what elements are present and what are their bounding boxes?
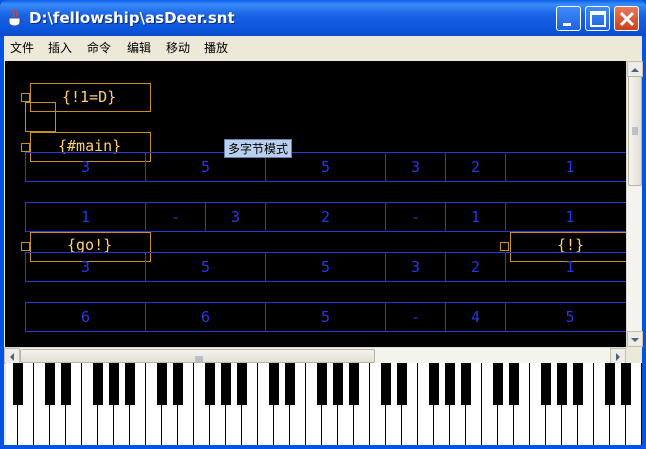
piano-black-key[interactable]	[397, 363, 407, 405]
vertical-scrollbar[interactable]	[626, 61, 643, 348]
piano-black-key[interactable]	[157, 363, 167, 405]
piano-black-key[interactable]	[557, 363, 567, 405]
arrow-down-icon	[631, 338, 639, 342]
scroll-up-button[interactable]	[627, 61, 643, 77]
block-key-label: {!1=D}	[62, 88, 117, 106]
note-cell[interactable]: 5	[265, 252, 386, 282]
menu-command[interactable]: 命令	[87, 39, 111, 56]
piano-black-key[interactable]	[461, 363, 471, 405]
piano-black-key[interactable]	[605, 363, 615, 405]
piano-black-key[interactable]	[125, 363, 135, 405]
block-bracket	[25, 102, 56, 132]
arrow-right-icon	[616, 353, 620, 361]
window-title: D:\fellowship\asDeer.snt	[29, 9, 235, 27]
menu-file[interactable]: 文件	[10, 39, 34, 56]
note-cell[interactable]: 1	[25, 202, 146, 232]
menu-move[interactable]: 移动	[166, 39, 190, 56]
note-cell[interactable]: 3	[385, 252, 446, 282]
vertical-scroll-thumb[interactable]	[628, 76, 642, 186]
note-cell[interactable]: 3	[25, 252, 146, 282]
piano-black-key[interactable]	[509, 363, 519, 405]
piano-black-key[interactable]	[429, 363, 439, 405]
maximize-icon	[590, 11, 606, 27]
client-area: 文件 插入 命令 编辑 移动 播放 {!1=D} {#main} {go!} {…	[4, 36, 643, 445]
menu-insert[interactable]: 插入	[48, 39, 72, 56]
menu-edit[interactable]: 编辑	[127, 39, 151, 56]
note-cell[interactable]: 2	[445, 152, 506, 182]
piano-black-key[interactable]	[61, 363, 71, 405]
note-cell[interactable]: 5	[145, 252, 266, 282]
note-cell[interactable]: 5	[265, 302, 386, 332]
scroll-left-button[interactable]	[4, 348, 20, 364]
note-cell[interactable]: 1	[445, 202, 506, 232]
note-cell[interactable]: 1	[505, 252, 626, 282]
note-cell[interactable]: -	[385, 202, 446, 232]
piano-black-key[interactable]	[205, 363, 215, 405]
note-row: 6 6 5 - 4 5	[25, 302, 626, 332]
note-row: 1 - 3 2 - 1 1	[25, 202, 626, 232]
close-button[interactable]	[614, 6, 639, 31]
java-cup-icon	[8, 9, 23, 27]
close-icon	[619, 11, 635, 27]
note-cell[interactable]: 3	[205, 202, 266, 232]
menu-play[interactable]: 播放	[204, 39, 228, 56]
piano-black-key[interactable]	[237, 363, 247, 405]
note-cell[interactable]: 1	[505, 152, 626, 182]
note-cell[interactable]: -	[145, 202, 206, 232]
scroll-down-button[interactable]	[627, 331, 643, 347]
minimize-icon	[563, 23, 571, 26]
menu-bar: 文件 插入 命令 编辑 移动 播放	[4, 36, 642, 58]
mode-tooltip: 多字节模式	[224, 139, 292, 158]
note-cell[interactable]: 5	[505, 302, 626, 332]
block-marker[interactable]	[21, 93, 30, 102]
block-marker[interactable]	[500, 242, 509, 251]
grip-icon	[632, 127, 638, 135]
maximize-button[interactable]	[585, 6, 610, 31]
note-cell[interactable]: 6	[145, 302, 266, 332]
piano-keyboard[interactable]	[6, 363, 642, 445]
note-row: 3 5 5 3 2 1	[25, 252, 626, 282]
piano-black-key[interactable]	[621, 363, 631, 405]
piano-black-key[interactable]	[173, 363, 183, 405]
note-cell[interactable]: 2	[265, 202, 386, 232]
block-marker[interactable]	[21, 242, 30, 251]
horizontal-scrollbar[interactable]	[4, 347, 626, 364]
block-marker[interactable]	[21, 143, 30, 152]
piano-black-key[interactable]	[573, 363, 583, 405]
piano-black-key[interactable]	[13, 363, 23, 405]
arrow-left-icon	[10, 353, 14, 361]
piano-black-key[interactable]	[493, 363, 503, 405]
piano-black-key[interactable]	[285, 363, 295, 405]
piano-black-key[interactable]	[317, 363, 327, 405]
arrow-up-icon	[631, 68, 639, 72]
note-cell[interactable]: 1	[505, 202, 626, 232]
piano-black-key[interactable]	[333, 363, 343, 405]
title-bar[interactable]: D:\fellowship\asDeer.snt	[0, 0, 646, 36]
piano-black-key[interactable]	[109, 363, 119, 405]
piano-black-key[interactable]	[381, 363, 391, 405]
note-row: 3 5 5 3 2 1	[25, 152, 626, 182]
minimize-button[interactable]	[556, 6, 581, 31]
piano-black-key[interactable]	[93, 363, 103, 405]
scroll-corner	[626, 347, 642, 363]
note-cell[interactable]: 6	[25, 302, 146, 332]
note-cell[interactable]: 2	[445, 252, 506, 282]
piano-black-key[interactable]	[541, 363, 551, 405]
horizontal-scroll-thumb[interactable]	[20, 349, 375, 363]
score-canvas[interactable]: {!1=D} {#main} {go!} {!} 3 5 5 3 2 1 1 -…	[5, 61, 626, 348]
note-cell[interactable]: -	[385, 302, 446, 332]
piano-black-key[interactable]	[45, 363, 55, 405]
app-window: D:\fellowship\asDeer.snt 文件 插入 命令 编辑 移动 …	[0, 0, 646, 449]
note-cell[interactable]: 4	[445, 302, 506, 332]
piano-black-key[interactable]	[445, 363, 455, 405]
note-cell[interactable]: 3	[385, 152, 446, 182]
piano-black-key[interactable]	[349, 363, 359, 405]
piano-black-key[interactable]	[221, 363, 231, 405]
piano-black-key[interactable]	[269, 363, 279, 405]
note-cell[interactable]: 3	[25, 152, 146, 182]
scroll-right-button[interactable]	[610, 348, 626, 364]
